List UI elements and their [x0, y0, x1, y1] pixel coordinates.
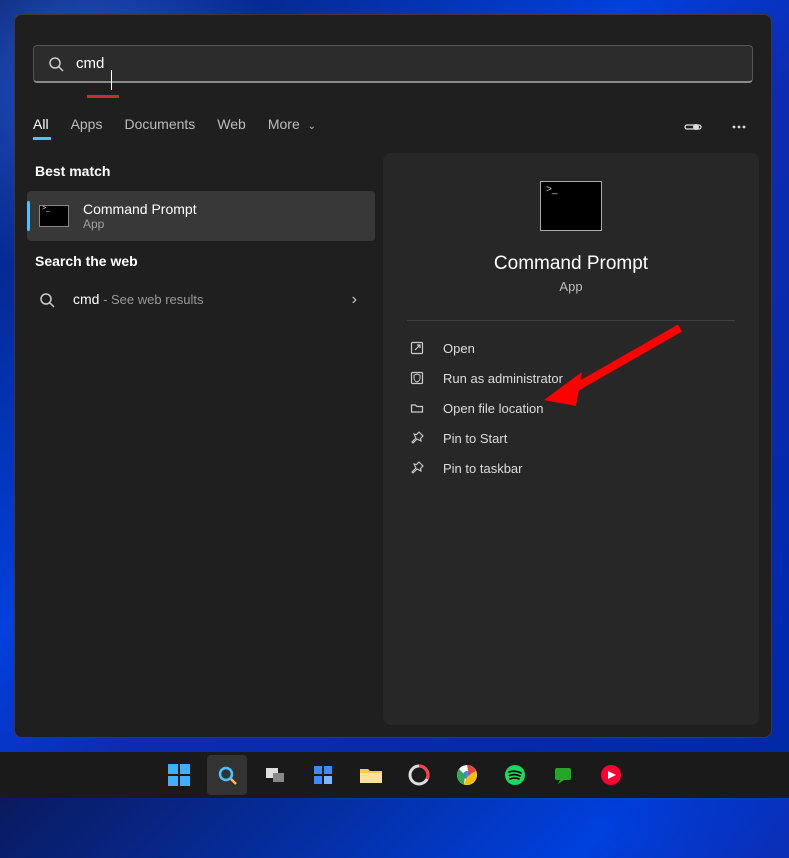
taskbar-app-2[interactable] [591, 755, 631, 795]
annotation-search-underline [87, 95, 119, 98]
preview-pane: Command Prompt App Open Run as administr… [383, 153, 759, 725]
taskbar-search-button[interactable] [207, 755, 247, 795]
results-column: Best match Command Prompt App Search the… [27, 153, 375, 725]
tab-documents[interactable]: Documents [124, 116, 195, 138]
action-label: Pin to Start [443, 431, 507, 446]
search-input[interactable] [76, 55, 738, 72]
spotify-button[interactable] [495, 755, 535, 795]
taskbar-app-1[interactable] [399, 755, 439, 795]
quick-settings-icon[interactable] [679, 113, 707, 141]
action-run-as-admin[interactable]: Run as administrator [397, 363, 745, 393]
result-web-search[interactable]: cmd - See web results › [27, 281, 375, 319]
chrome-button[interactable] [447, 755, 487, 795]
tab-all[interactable]: All [33, 116, 49, 138]
text-caret [111, 70, 112, 90]
action-label: Open file location [443, 401, 543, 416]
section-best-match: Best match [27, 153, 375, 189]
chat-button[interactable] [543, 755, 583, 795]
action-list: Open Run as administrator Open file loca… [383, 321, 759, 495]
tab-more[interactable]: More ⌄ [268, 116, 316, 138]
shield-icon [409, 370, 425, 386]
action-pin-to-taskbar[interactable]: Pin to taskbar [397, 453, 745, 483]
widgets-button[interactable] [303, 755, 343, 795]
search-icon [39, 292, 55, 308]
pin-icon [409, 460, 425, 476]
action-label: Open [443, 341, 475, 356]
action-pin-to-start[interactable]: Pin to Start [397, 423, 745, 453]
web-suffix: - See web results [99, 292, 203, 307]
web-query: cmd [73, 291, 99, 307]
tab-more-label: More [268, 116, 300, 132]
cmd-icon [39, 205, 69, 227]
result-title: Command Prompt [83, 201, 197, 217]
action-label: Run as administrator [443, 371, 563, 386]
result-command-prompt[interactable]: Command Prompt App [27, 191, 375, 241]
pin-icon [409, 430, 425, 446]
tab-apps[interactable]: Apps [71, 116, 103, 138]
more-options-icon[interactable] [725, 113, 753, 141]
folder-icon [409, 400, 425, 416]
start-button[interactable] [159, 755, 199, 795]
action-open-file-location[interactable]: Open file location [397, 393, 745, 423]
action-label: Pin to taskbar [443, 461, 523, 476]
file-explorer-button[interactable] [351, 755, 391, 795]
start-search-panel: All Apps Documents Web More ⌄ Best match… [14, 14, 772, 738]
open-external-icon [409, 340, 425, 356]
task-view-button[interactable] [255, 755, 295, 795]
preview-cmd-icon [540, 181, 602, 231]
preview-subtitle: App [559, 279, 582, 294]
preview-title: Command Prompt [494, 253, 648, 275]
taskbar [0, 752, 789, 798]
chevron-down-icon: ⌄ [308, 121, 316, 132]
search-box[interactable] [33, 45, 753, 83]
search-icon [48, 56, 64, 72]
chevron-right-icon: › [352, 291, 357, 309]
tab-web[interactable]: Web [217, 116, 246, 138]
section-search-web: Search the web [27, 243, 375, 279]
filter-tabs: All Apps Documents Web More ⌄ [33, 113, 753, 141]
action-open[interactable]: Open [397, 333, 745, 363]
result-subtitle: App [83, 217, 197, 231]
